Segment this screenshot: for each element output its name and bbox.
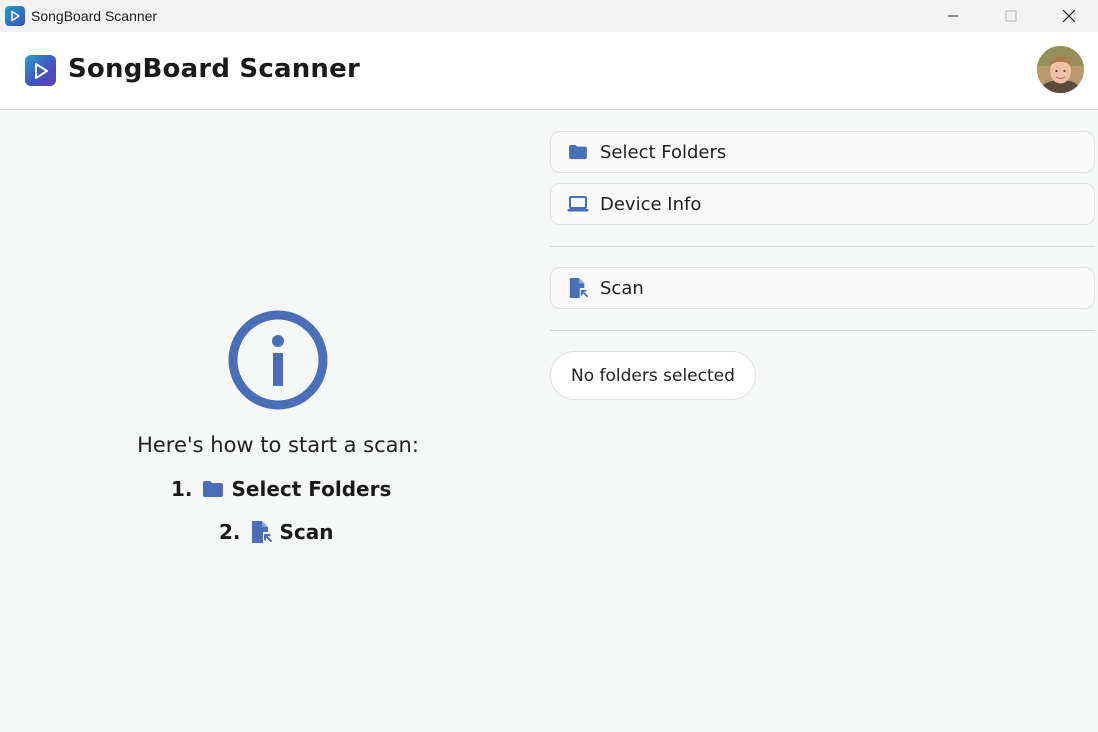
steps-heading: Here's how to start a scan: [137,433,419,457]
info-icon [228,310,328,410]
folder-icon [202,480,224,498]
window-controls [924,0,1098,32]
device-info-label: Device Info [600,193,702,215]
scan-label: Scan [600,277,644,299]
app-title: SongBoard Scanner [68,54,360,84]
folder-icon [567,144,589,160]
window-title: SongBoard Scanner [31,8,158,24]
divider [550,246,1095,247]
instructions-area: Here's how to start a scan: 1. Select Fo… [0,110,556,732]
window-titlebar: SongBoard Scanner [0,0,1098,32]
laptop-icon [567,196,589,212]
step-select-folders: 1. Select Folders [171,477,391,501]
select-folders-button[interactable]: Select Folders [550,131,1095,173]
app-header: SongBoard Scanner [0,32,1098,110]
scan-button[interactable]: Scan [550,267,1095,309]
scan-file-icon [250,520,272,544]
user-avatar[interactable] [1037,46,1084,93]
maximize-icon[interactable] [982,0,1040,32]
step-scan: 2. Scan [219,520,334,544]
divider [550,330,1095,331]
step-number: 2. [219,520,241,544]
play-icon [25,55,56,86]
select-folders-label: Select Folders [600,141,727,163]
app-icon [5,6,25,26]
step-label: Select Folders [231,477,392,501]
close-icon[interactable] [1040,0,1098,32]
scan-file-icon [567,277,589,299]
step-number: 1. [171,477,193,501]
device-info-button[interactable]: Device Info [550,183,1095,225]
step-label: Scan [279,520,334,544]
folder-status-chip: No folders selected [550,351,756,400]
minimize-icon[interactable] [924,0,982,32]
